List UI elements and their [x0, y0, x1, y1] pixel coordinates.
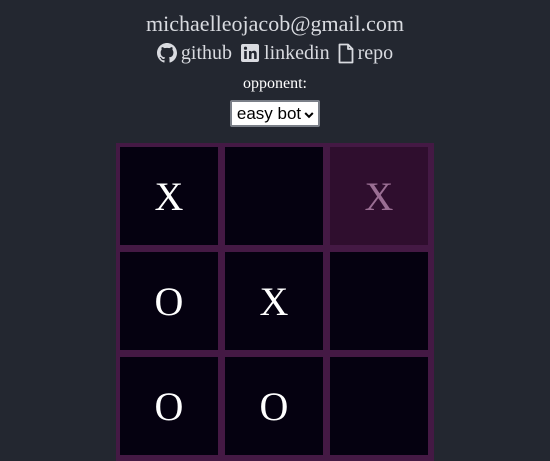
game-board: X X O X O O	[116, 143, 434, 461]
page-header: michaelleojacob@gmail.com github linkedi…	[0, 10, 550, 127]
board-cell-1[interactable]	[225, 147, 323, 245]
linkedin-icon	[240, 43, 260, 63]
linkedin-link[interactable]: linkedin	[240, 40, 330, 66]
opponent-select-value: easy bot	[236, 104, 302, 123]
github-link-label: github	[180, 42, 233, 64]
repo-link-label: repo	[357, 42, 394, 64]
board-cell-2[interactable]: X	[330, 147, 428, 245]
opponent-label: opponent:	[243, 75, 307, 92]
board-cell-4[interactable]: X	[225, 252, 323, 350]
github-icon	[156, 43, 177, 63]
opponent-select-wrapper: easy bot	[0, 100, 550, 127]
board-cell-7[interactable]: O	[225, 357, 323, 455]
links-row: github linkedin repo	[0, 40, 550, 66]
board-cell-6[interactable]: O	[120, 357, 218, 455]
board-cell-0[interactable]: X	[120, 147, 218, 245]
email-address: michaelleojacob@gmail.com	[146, 11, 404, 36]
file-icon	[338, 43, 354, 64]
github-link[interactable]: github	[156, 40, 233, 66]
linkedin-link-label: linkedin	[264, 42, 330, 64]
board-cell-3[interactable]: O	[120, 252, 218, 350]
opponent-select[interactable]: easy bot	[229, 100, 321, 127]
board-cell-5[interactable]	[330, 252, 428, 350]
board-cell-8[interactable]	[330, 357, 428, 455]
repo-link[interactable]: repo	[338, 40, 394, 66]
chevron-down-icon	[304, 102, 314, 125]
